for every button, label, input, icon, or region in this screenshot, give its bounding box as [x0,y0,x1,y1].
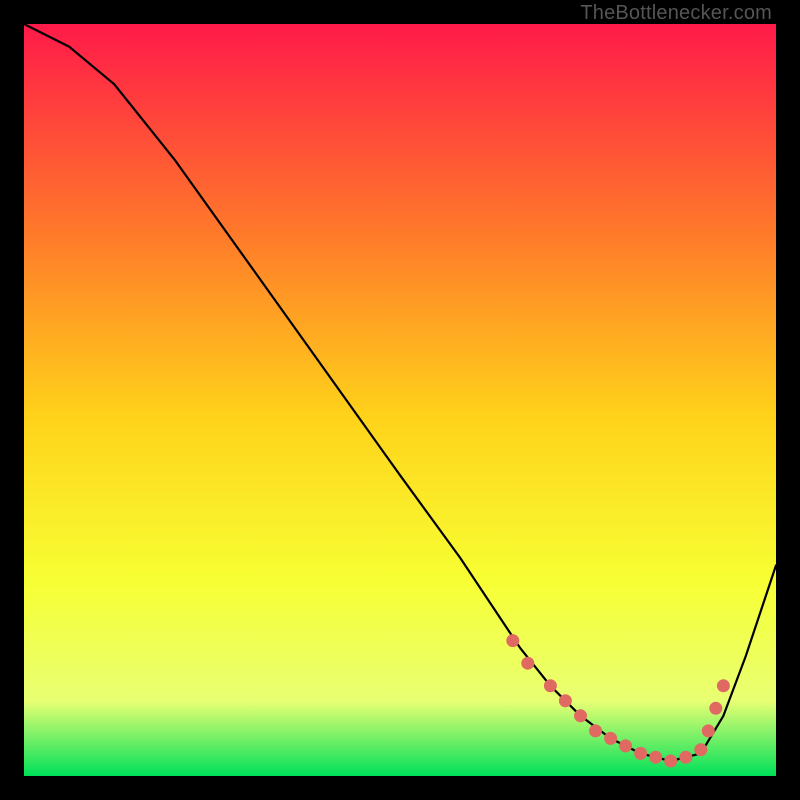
marker-dot [649,751,662,764]
marker-dot [604,732,617,745]
marker-dot [521,657,534,670]
marker-dot [544,679,557,692]
gradient-background [24,24,776,776]
marker-dot [574,709,587,722]
marker-dot [679,751,692,764]
marker-dot [694,743,707,756]
marker-dot [717,679,730,692]
marker-dot [702,724,715,737]
marker-dot [664,755,677,768]
bottleneck-chart [24,24,776,776]
marker-dot [709,702,722,715]
marker-dot [506,634,519,647]
marker-dot [619,739,632,752]
chart-frame [24,24,776,776]
marker-dot [634,747,647,760]
watermark-text: TheBottlenecker.com [580,2,772,25]
marker-dot [589,724,602,737]
marker-dot [559,694,572,707]
